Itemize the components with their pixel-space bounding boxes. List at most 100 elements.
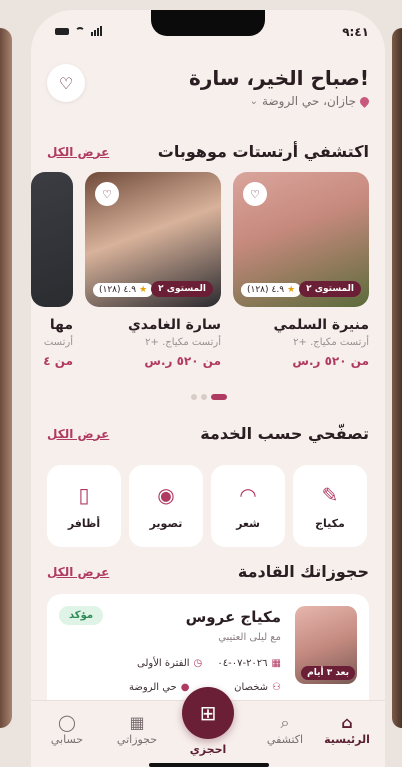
- service-hair[interactable]: ◠ شعر: [211, 465, 285, 547]
- artist-price: من ٥٢٠ ر.س: [144, 354, 221, 368]
- services-section-header: عرض الكل تصفّحي حسب الخدمة: [47, 424, 369, 443]
- artist-photo: [31, 172, 73, 307]
- adjacent-screen-right-edge: [392, 28, 402, 728]
- level-badge: المستوى ٢: [299, 281, 361, 297]
- chevron-down-icon: ⌄: [249, 95, 259, 107]
- service-makeup[interactable]: ✎ مكياج: [293, 465, 367, 547]
- artists-section-title: اكتشفي أرتستات موهوبات: [157, 142, 369, 161]
- camera-icon: ◉: [157, 482, 175, 507]
- artist-name: منيرة السلمي: [273, 317, 369, 333]
- services-section-title: تصفّحي حسب الخدمة: [200, 424, 369, 443]
- booking-date-text: ٢٠٢٦-٠٧-٠٤: [217, 658, 268, 669]
- booking-area: حي الروضة ●: [129, 682, 189, 693]
- service-photography[interactable]: ◉ تصوير: [129, 465, 203, 547]
- tab-my-bookings[interactable]: ▦ حجوزاتي: [107, 713, 167, 746]
- artists-see-all-link[interactable]: عرض الكل: [47, 145, 109, 159]
- bookings-section-title: حجوزاتك القادمة: [237, 562, 369, 581]
- booking-area-text: حي الروضة: [129, 682, 177, 693]
- favorites-button[interactable]: ♡: [47, 64, 85, 102]
- adjacent-screen-left-edge: [0, 28, 12, 728]
- status-time: ٩:٤١: [342, 25, 369, 39]
- tab-label: حسابي: [50, 733, 84, 746]
- star-icon: ★: [287, 285, 296, 295]
- pagination-dot: [201, 394, 207, 400]
- location-pin-icon: [358, 94, 371, 108]
- tab-label: اكتشفي: [266, 733, 304, 746]
- star-icon: ★: [139, 285, 148, 295]
- battery-icon: [55, 27, 69, 35]
- artist-card[interactable]: ♡ (١٢٨) ٤.٩ ★ المستوى ٢ سارة الغامدي أرت…: [85, 172, 221, 368]
- card-heart-icon[interactable]: ♡: [243, 182, 267, 206]
- service-label: أظافر: [67, 516, 101, 530]
- location-selector[interactable]: ⌄ جازان، حي الروضة: [189, 94, 371, 108]
- booking-guests: شخصان ⚇: [234, 682, 281, 693]
- status-badge: مؤكد: [59, 606, 104, 625]
- rating-value: ٤.٩: [271, 285, 285, 295]
- tab-home[interactable]: ⌂ الرئيسية: [317, 713, 377, 746]
- artist-price: من ٥٢٠ ر.س: [292, 354, 369, 368]
- artist-card[interactable]: مها أرتست من ٤: [31, 172, 73, 368]
- artists-carousel[interactable]: ♡ (١٢٨) ٤.٩ ★ المستوى ٢ منيرة السلمي أرت…: [31, 172, 369, 397]
- level-badge: المستوى ٢: [151, 281, 213, 297]
- heart-icon: ♡: [58, 73, 74, 93]
- services-see-all-link[interactable]: عرض الكل: [47, 427, 109, 441]
- home-indicator: [149, 763, 269, 767]
- calendar-icon: ▦: [129, 713, 145, 732]
- artist-name: مها: [49, 317, 73, 333]
- booking-title: مكياج عروس: [185, 608, 281, 626]
- makeup-brush-icon: ✎: [321, 482, 339, 507]
- booking-period: الفترة الأولى ◷: [137, 658, 202, 669]
- artist-subtitle: أرتست: [43, 337, 73, 348]
- location-text: جازان، حي الروضة: [262, 94, 356, 108]
- carousel-pagination: [191, 394, 227, 400]
- signal-icon: [91, 26, 102, 36]
- calendar-icon: ▦: [271, 658, 281, 669]
- device-notch: [151, 10, 265, 36]
- bookings-section-header: عرض الكل حجوزاتك القادمة: [47, 562, 369, 581]
- clock-icon: ◷: [193, 658, 203, 669]
- rating-value: ٤.٩: [123, 285, 137, 295]
- artists-section-header: عرض الكل اكتشفي أرتستات موهوبات: [47, 142, 369, 161]
- pagination-dot: [191, 394, 197, 400]
- greeting-title: صباح الخير، سارة!: [189, 66, 369, 90]
- booking-subtitle: مع ليلى العتيبي: [218, 632, 281, 643]
- rating-chip: (١٢٨) ٤.٩ ★: [241, 283, 302, 297]
- service-label: تصوير: [149, 516, 183, 530]
- service-label: مكياج: [315, 516, 345, 530]
- calendar-plus-icon: ⊞: [199, 701, 217, 725]
- tab-book-label: احجزي: [189, 743, 227, 756]
- people-icon: ⚇: [272, 682, 281, 693]
- hair-icon: ◠: [239, 482, 257, 507]
- wifi-icon: [75, 27, 85, 35]
- reviews-count: (١٢٨): [99, 285, 121, 295]
- booking-period-text: الفترة الأولى: [137, 658, 190, 669]
- artist-card[interactable]: ♡ (١٢٨) ٤.٩ ★ المستوى ٢ منيرة السلمي أرت…: [233, 172, 369, 368]
- user-icon: ◯: [58, 713, 76, 732]
- search-icon: ⌕: [280, 713, 290, 732]
- days-left-badge: بعد ٣ أيام: [301, 666, 355, 680]
- service-label: شعر: [236, 516, 260, 530]
- service-nails[interactable]: ▯ أظافر: [47, 465, 121, 547]
- reviews-count: (١٢٨): [247, 285, 269, 295]
- artist-photo: ♡ (١٢٨) ٤.٩ ★ المستوى ٢: [85, 172, 221, 307]
- card-heart-icon[interactable]: ♡: [95, 182, 119, 206]
- artist-name: سارة الغامدي: [127, 317, 221, 333]
- status-icons: [55, 26, 102, 36]
- home-icon: ⌂: [341, 713, 353, 732]
- tab-label: الرئيسية: [324, 733, 370, 746]
- phone-screen: ٩:٤١ صباح الخير، سارة! ⌄ جازان، حي الروض…: [31, 10, 385, 767]
- tab-label: حجوزاتي: [116, 733, 158, 746]
- rating-chip: (١٢٨) ٤.٩ ★: [93, 283, 154, 297]
- pagination-dot-active: [211, 394, 227, 400]
- tab-account[interactable]: ◯ حسابي: [37, 713, 97, 746]
- booking-guests-text: شخصان: [234, 682, 269, 693]
- book-fab-button[interactable]: ⊞: [182, 687, 234, 739]
- bottom-tab-bar: ⌂ الرئيسية ⌕ اكتشفي ⊞ احجزي ▦ حجوزاتي ◯ …: [31, 687, 385, 767]
- artist-photo: ♡ (١٢٨) ٤.٩ ★ المستوى ٢: [233, 172, 369, 307]
- services-grid: ▯ أظافر ◉ تصوير ◠ شعر ✎ مكياج: [47, 465, 369, 547]
- tab-discover[interactable]: ⌕ اكتشفي: [255, 713, 315, 746]
- greeting-block: صباح الخير، سارة! ⌄ جازان، حي الروضة: [189, 66, 371, 108]
- nail-polish-icon: ▯: [78, 482, 90, 507]
- bookings-see-all-link[interactable]: عرض الكل: [47, 565, 109, 579]
- booking-date: ٢٠٢٦-٠٧-٠٤ ▦: [217, 658, 281, 669]
